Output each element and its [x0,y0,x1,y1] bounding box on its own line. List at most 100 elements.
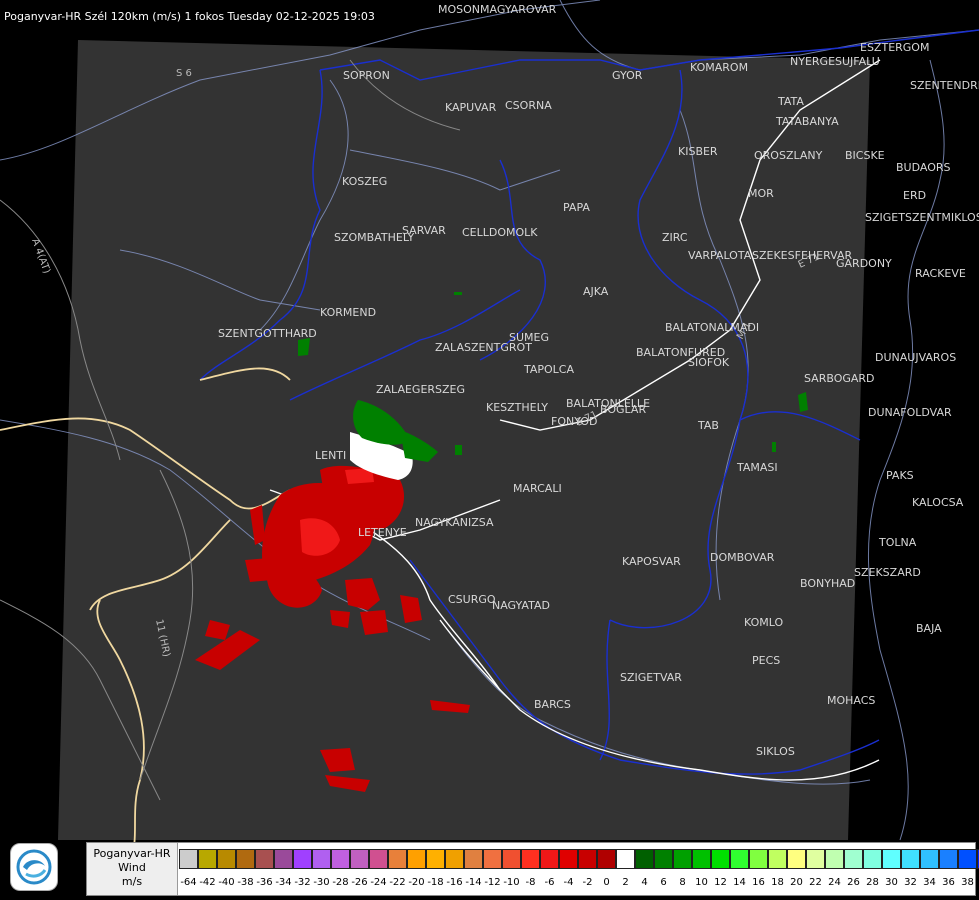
met-service-logo [10,843,58,891]
city-label: LENTI [315,449,346,462]
legend-value-label: 34 [923,877,936,888]
legend-value-label: 36 [942,877,955,888]
legend-value-label: 20 [790,877,803,888]
legend-swatches [179,849,979,869]
legend-swatch [407,849,426,869]
legend-value-label: 10 [695,877,708,888]
city-label: TAB [697,419,719,432]
legend-value-label: -10 [503,877,520,888]
legend-swatch [863,849,882,869]
map-title: Poganyvar-HR Szél 120km (m/s) 1 fokos Tu… [4,10,375,23]
legend-value-label: -40 [218,877,235,888]
legend-swatch [749,849,768,869]
legend-value-label: -20 [408,877,425,888]
legend-swatch [331,849,350,869]
city-label: FONYOD [551,415,597,428]
legend-value-label: 14 [733,877,746,888]
legend-value-label: 4 [641,877,648,888]
legend-value-label: -36 [256,877,273,888]
legend-value-label: 22 [809,877,822,888]
legend-swatch [844,849,863,869]
city-label: CSORNA [505,99,552,112]
legend-value-label: -26 [351,877,368,888]
legend-value-label: 26 [847,877,860,888]
city-label: BARCS [534,698,571,711]
legend-swatch [464,849,483,869]
city-label: MARCALI [513,482,562,495]
legend-swatch [787,849,806,869]
legend-swatch [711,849,730,869]
legend-swatch [445,849,464,869]
legend-value-label: -6 [544,877,555,888]
legend-labels: -64 -42 -40 -38 -36 -34 -32 -30 -28 -26 -24 -22 -20-… [179,877,979,888]
legend-value-label: -18 [427,877,444,888]
legend-value-label: -22 [389,877,406,888]
radar-map: S 6A 4(AT)11 (HR)E 71M 1E 71 MOSONMAGYAR… [0,0,979,900]
city-label: GARDONY [836,257,892,270]
city-label: AJKA [583,285,609,298]
city-label: CELLDOMOLK [462,226,538,239]
city-label: KOMAROM [690,61,748,74]
legend-value-label: -24 [370,877,387,888]
city-label: MOHACS [827,694,875,707]
legend-swatch [179,849,198,869]
legend-swatch [217,849,236,869]
legend-swatch [882,849,901,869]
city-label: ZALAEGERSZEG [376,383,465,396]
legend-value-label: -32 [294,877,311,888]
legend-value-label: -16 [446,877,463,888]
legend-value-label: -38 [237,877,254,888]
city-label: TATA [777,95,804,108]
legend-swatch [673,849,692,869]
legend-swatch [730,849,749,869]
city-label: NYERGESUJFALU [790,55,880,68]
legend-swatch [939,849,958,869]
city-label: PAKS [886,469,914,482]
legend-swatch [502,849,521,869]
city-label: SARBOGARD [804,372,875,385]
city-label: SZEKSZARD [854,566,921,579]
city-label: TAPOLCA [523,363,574,376]
city-label: BUDAORS [896,161,951,174]
legend-value-label: -64 [180,877,197,888]
legend-value-label: -12 [484,877,501,888]
city-label: BALATONALMADI [665,321,759,334]
radar-coverage-area [58,40,870,840]
city-label: BONYHAD [800,577,855,590]
legend-value-label: 6 [660,877,667,888]
city-label: DUNAUJVAROS [875,351,956,364]
city-label: KOMLO [744,616,783,629]
color-legend: Poganyvar-HR Wind m/s -64 -42 -40 -38 -36 -34… [86,842,979,896]
legend-value-label: 16 [752,877,765,888]
legend-value-label: -34 [275,877,292,888]
legend-value-label: 24 [828,877,841,888]
legend-swatch [426,849,445,869]
city-label: ZALASZENTGROT [435,341,532,354]
legend-value-label: -14 [465,877,482,888]
legend-swatch [274,849,293,869]
legend-swatch [806,849,825,869]
city-label: ERD [903,189,926,202]
legend-value-label: 2 [622,877,629,888]
legend-swatch [255,849,274,869]
city-label: MOSONMAGYAROVAR [438,3,557,16]
legend-swatch [692,849,711,869]
city-label: SZIGETVAR [620,671,682,684]
legend-swatch [293,849,312,869]
city-label: TATABANYA [775,115,839,128]
legend-product: Poganyvar-HR [93,847,171,860]
city-label: VARPALOTA [688,249,752,262]
city-label: SIKLOS [756,745,795,758]
legend-title-box: Poganyvar-HR Wind m/s [87,843,178,895]
legend-swatch [578,849,597,869]
city-label: KAPUVAR [445,101,497,114]
legend-value-label: -8 [525,877,536,888]
legend-swatch [616,849,635,869]
legend-value-label: 12 [714,877,727,888]
city-label: CSURGO [448,593,496,606]
city-label: BICSKE [845,149,885,162]
legend-swatch [768,849,787,869]
city-label: SZIGETSZENTMIKLOS [865,211,979,224]
city-label: GYOR [612,69,643,82]
city-label: DUNAFOLDVAR [868,406,952,419]
